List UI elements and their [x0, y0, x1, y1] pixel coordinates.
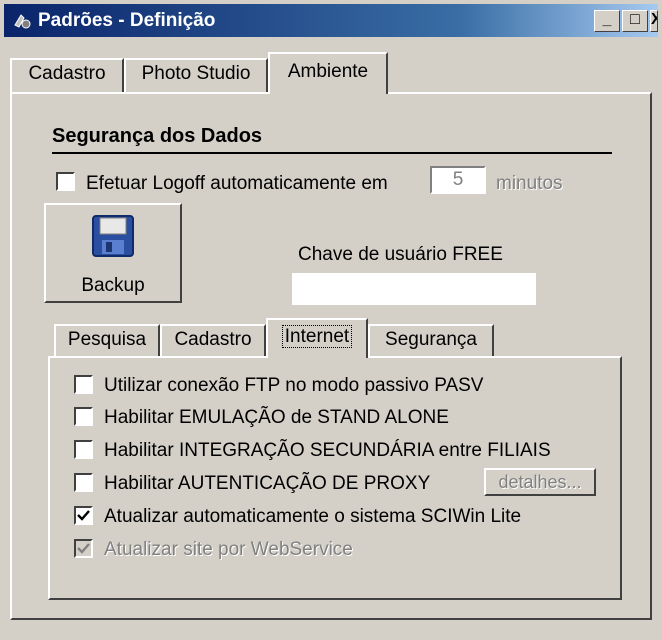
- auto-update-checkbox[interactable]: [74, 506, 93, 525]
- tab-internet[interactable]: Internet: [266, 318, 368, 358]
- maximize-button[interactable]: □: [622, 10, 648, 32]
- tab-seguranca[interactable]: Segurança: [368, 324, 494, 356]
- section-heading: Segurança dos Dados: [52, 125, 263, 147]
- tab-pesquisa[interactable]: Pesquisa: [54, 324, 160, 356]
- dialog-window: Padrões - Definição _ □ X Cadastro Photo…: [0, 0, 662, 640]
- proxy-checkbox[interactable]: [74, 473, 93, 492]
- tab-cadastro[interactable]: Cadastro: [10, 58, 124, 92]
- app-icon: [14, 14, 31, 29]
- proxy-details-button[interactable]: detalhes...: [484, 468, 596, 496]
- logoff-checkbox[interactable]: [56, 172, 75, 191]
- integracao-checkbox[interactable]: [74, 440, 93, 459]
- backup-label: Backup: [81, 275, 145, 296]
- tab-photo-studio[interactable]: Photo Studio: [124, 58, 268, 92]
- close-button[interactable]: X: [650, 10, 658, 32]
- title-bar[interactable]: Padrões - Definição _ □ X: [4, 4, 658, 37]
- minimize-button[interactable]: _: [594, 10, 620, 32]
- check-icon: [77, 510, 90, 521]
- check-icon: [77, 543, 90, 554]
- pasv-label: Utilizar conexão FTP no modo passivo PAS…: [104, 375, 484, 396]
- standalone-label: Habilitar EMULAÇÃO de STAND ALONE: [104, 407, 449, 428]
- pasv-checkbox[interactable]: [74, 375, 93, 394]
- auto-update-label: Atualizar automaticamente o sistema SCIW…: [104, 506, 522, 527]
- free-key-label: Chave de usuário FREE: [298, 244, 503, 265]
- webservice-checkbox[interactable]: [74, 539, 93, 558]
- logoff-minutes-input[interactable]: 5: [430, 166, 486, 194]
- backup-button[interactable]: Backup: [44, 203, 182, 303]
- logoff-label: Efetuar Logoff automaticamente em: [86, 173, 388, 194]
- webservice-label: Atualizar site por WebService: [104, 539, 353, 560]
- tab-internet-label: Internet: [281, 325, 353, 348]
- free-key-input[interactable]: [292, 273, 536, 305]
- minutes-label: minutos: [496, 173, 563, 194]
- standalone-checkbox[interactable]: [74, 407, 93, 426]
- floppy-disk-icon: [92, 215, 134, 257]
- window-title: Padrões - Definição: [38, 10, 216, 31]
- tab-ambiente[interactable]: Ambiente: [268, 52, 388, 94]
- section-divider: [52, 152, 612, 154]
- tab-cadastro-inner[interactable]: Cadastro: [160, 324, 266, 356]
- integracao-label: Habilitar INTEGRAÇÃO SECUNDÁRIA entre FI…: [104, 440, 551, 461]
- proxy-label: Habilitar AUTENTICAÇÃO DE PROXY: [104, 473, 431, 494]
